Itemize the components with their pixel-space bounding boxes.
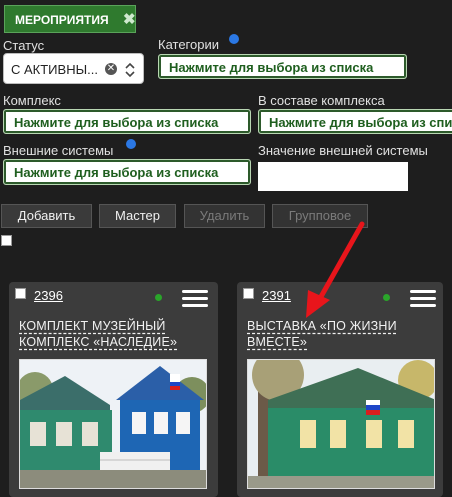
- card-title-line: ВЫСТАВКА «ПО ЖИЗНИ: [247, 319, 397, 333]
- complex-field[interactable]: Нажмите для выбора из списка: [3, 109, 251, 134]
- status-select[interactable]: С АКТИВНЫ... ✕: [3, 53, 144, 84]
- info-dot-icon: [229, 34, 239, 44]
- close-icon[interactable]: ✖: [123, 10, 136, 28]
- complex-label: Комплекс: [3, 93, 61, 108]
- tab-events[interactable]: МЕРОПРИЯТИЯ ✖: [4, 5, 136, 33]
- add-button[interactable]: Добавить: [1, 204, 92, 228]
- status-dot-icon: [155, 294, 162, 301]
- in-complex-label: В составе комплекса: [258, 93, 385, 108]
- category-field[interactable]: Нажмите для выбора из списка: [158, 54, 407, 79]
- card-checkbox[interactable]: [243, 288, 254, 299]
- event-photo: [247, 359, 435, 489]
- status-value: С АКТИВНЫ...: [11, 62, 98, 77]
- event-photo: [19, 359, 207, 489]
- delete-button[interactable]: Удалить: [184, 204, 265, 228]
- clear-icon[interactable]: ✕: [105, 63, 117, 75]
- external-systems-field[interactable]: Нажмите для выбора из списка: [3, 159, 251, 185]
- external-value-label: Значение внешней системы: [258, 143, 428, 158]
- event-card[interactable]: 2396 КОМПЛЕКТ МУЗЕЙНЫЙ КОМПЛЕКС «НАСЛЕДИ…: [9, 282, 218, 497]
- status-label: Статус: [3, 38, 45, 53]
- external-systems-value: Нажмите для выбора из списка: [14, 165, 219, 180]
- card-id[interactable]: 2391: [262, 288, 291, 303]
- category-value: Нажмите для выбора из списка: [169, 60, 374, 75]
- complex-value: Нажмите для выбора из списка: [14, 115, 219, 130]
- external-value-input[interactable]: [258, 162, 408, 191]
- card-checkbox[interactable]: [15, 288, 26, 299]
- master-button[interactable]: Мастер: [99, 204, 176, 228]
- chevron-updown-icon[interactable]: [124, 62, 136, 78]
- card-title-line: КОМПЛЕКС «НАСЛЕДИЕ»: [19, 335, 178, 349]
- info-dot-icon: [126, 139, 136, 149]
- card-id[interactable]: 2396: [34, 288, 63, 303]
- tab-label: МЕРОПРИЯТИЯ: [15, 13, 109, 27]
- in-complex-field[interactable]: Нажмите для выбора из списка: [258, 109, 452, 134]
- in-complex-value: Нажмите для выбора из списка: [269, 115, 452, 130]
- annotation-arrow-icon: [306, 221, 365, 318]
- card-title-line: КОМПЛЕКТ МУЗЕЙНЫЙ: [19, 319, 166, 333]
- card-title-line: ВМЕСТЕ»: [247, 335, 308, 349]
- select-all-checkbox[interactable]: [1, 235, 12, 246]
- card-title[interactable]: КОМПЛЕКТ МУЗЕЙНЫЙ КОМПЛЕКС «НАСЛЕДИЕ»: [19, 318, 209, 350]
- category-label: Категории: [158, 37, 219, 52]
- status-dot-icon: [383, 294, 390, 301]
- external-systems-label: Внешние системы: [3, 143, 114, 158]
- card-title[interactable]: ВЫСТАВКА «ПО ЖИЗНИ ВМЕСТЕ»: [247, 318, 437, 350]
